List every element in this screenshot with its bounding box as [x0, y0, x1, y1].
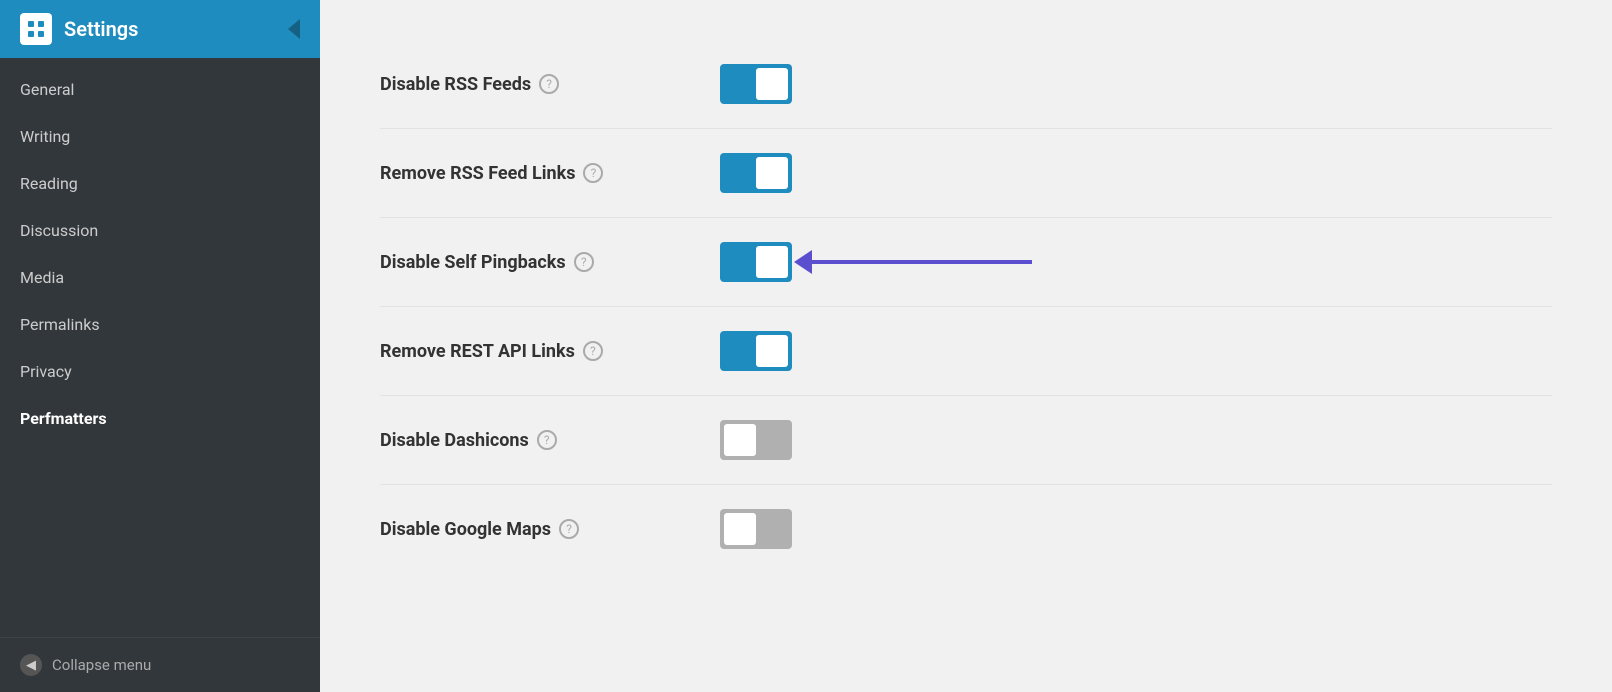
settings-row-remove-rest-api-links: Remove REST API Links?	[380, 307, 1552, 396]
arrow-annotation-disable-self-pingbacks	[812, 260, 1032, 264]
help-icon-disable-google-maps[interactable]: ?	[559, 519, 579, 539]
settings-label-text-disable-self-pingbacks: Disable Self Pingbacks	[380, 252, 566, 273]
settings-label-disable-google-maps: Disable Google Maps?	[380, 519, 720, 540]
help-icon-disable-rss-feeds[interactable]: ?	[539, 74, 559, 94]
settings-label-text-disable-google-maps: Disable Google Maps	[380, 519, 551, 540]
toggle-knob-disable-dashicons	[724, 424, 756, 456]
settings-row-disable-self-pingbacks: Disable Self Pingbacks?	[380, 218, 1552, 307]
toggle-knob-disable-self-pingbacks	[756, 246, 788, 278]
settings-label-remove-rest-api-links: Remove REST API Links?	[380, 341, 720, 362]
sidebar-item-discussion[interactable]: Discussion	[0, 207, 320, 254]
sidebar-nav: GeneralWritingReadingDiscussionMediaPerm…	[0, 58, 320, 637]
sidebar-item-general[interactable]: General	[0, 66, 320, 113]
wordpress-icon	[20, 13, 52, 45]
settings-row-disable-dashicons: Disable Dashicons?	[380, 396, 1552, 485]
toggle-knob-remove-rest-api-links	[756, 335, 788, 367]
sidebar-item-reading[interactable]: Reading	[0, 160, 320, 207]
toggle-remove-rest-api-links[interactable]	[720, 331, 792, 371]
sidebar-item-permalinks[interactable]: Permalinks	[0, 301, 320, 348]
toggle-knob-disable-google-maps	[724, 513, 756, 545]
settings-row-remove-rss-feed-links: Remove RSS Feed Links?	[380, 129, 1552, 218]
toggle-disable-google-maps[interactable]	[720, 509, 792, 549]
settings-label-disable-rss-feeds: Disable RSS Feeds?	[380, 74, 720, 95]
collapse-menu-label: Collapse menu	[52, 656, 151, 674]
toggle-disable-dashicons[interactable]	[720, 420, 792, 460]
settings-row-disable-google-maps: Disable Google Maps?	[380, 485, 1552, 573]
main-content: Disable RSS Feeds?Remove RSS Feed Links?…	[320, 0, 1612, 692]
settings-label-disable-dashicons: Disable Dashicons?	[380, 430, 720, 451]
sidebar-header: Settings	[0, 0, 320, 58]
help-icon-remove-rss-feed-links[interactable]: ?	[583, 163, 603, 183]
settings-label-text-disable-dashicons: Disable Dashicons	[380, 430, 529, 451]
help-icon-remove-rest-api-links[interactable]: ?	[583, 341, 603, 361]
settings-label-disable-self-pingbacks: Disable Self Pingbacks?	[380, 252, 720, 273]
settings-label-text-disable-rss-feeds: Disable RSS Feeds	[380, 74, 531, 95]
sidebar-title: Settings	[64, 17, 138, 41]
toggle-disable-rss-feeds[interactable]	[720, 64, 792, 104]
sidebar-item-privacy[interactable]: Privacy	[0, 348, 320, 395]
collapse-icon: ◀	[20, 654, 42, 676]
sidebar-item-perfmatters[interactable]: Perfmatters	[0, 395, 320, 442]
settings-label-remove-rss-feed-links: Remove RSS Feed Links?	[380, 163, 720, 184]
arrow-line-disable-self-pingbacks	[812, 260, 1032, 264]
toggle-knob-disable-rss-feeds	[756, 68, 788, 100]
arrow-head-disable-self-pingbacks	[794, 250, 812, 274]
collapse-menu-button[interactable]: ◀ Collapse menu	[0, 637, 320, 692]
toggle-remove-rss-feed-links[interactable]	[720, 153, 792, 193]
help-icon-disable-dashicons[interactable]: ?	[537, 430, 557, 450]
sidebar-item-writing[interactable]: Writing	[0, 113, 320, 160]
help-icon-disable-self-pingbacks[interactable]: ?	[574, 252, 594, 272]
settings-row-disable-rss-feeds: Disable RSS Feeds?	[380, 40, 1552, 129]
settings-label-text-remove-rss-feed-links: Remove RSS Feed Links	[380, 163, 575, 184]
sidebar-item-media[interactable]: Media	[0, 254, 320, 301]
toggle-disable-self-pingbacks[interactable]	[720, 242, 792, 282]
sidebar: Settings GeneralWritingReadingDiscussion…	[0, 0, 320, 692]
toggle-knob-remove-rss-feed-links	[756, 157, 788, 189]
settings-label-text-remove-rest-api-links: Remove REST API Links	[380, 341, 575, 362]
sidebar-collapse-arrow-header	[288, 19, 300, 39]
